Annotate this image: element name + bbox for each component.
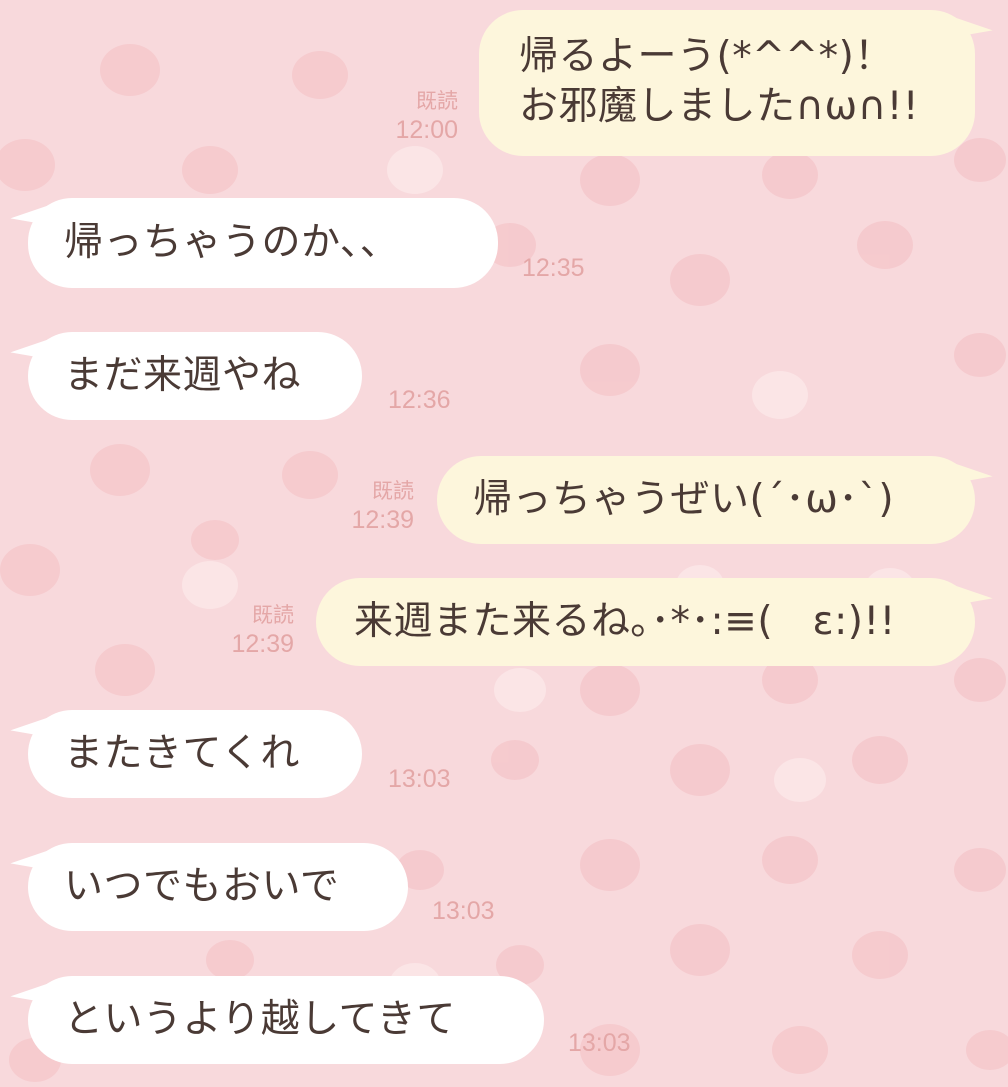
message-line: 帰るよーう(*^^*)！ [519,34,894,79]
message-text: 帰るよーう(*^^*)！ お邪魔しました∩ω∩!! [479,10,975,132]
timestamp: 12:39 [231,630,294,658]
read-receipt: 既読 [416,90,458,113]
timestamp: 12:36 [388,386,451,414]
message-text: いつでもおいで [64,864,340,909]
message-bubble-incoming[interactable]: いつでもおいで [10,841,408,931]
message-bubble-incoming[interactable]: というより越してきて [10,974,544,1064]
timestamp: 13:03 [388,765,451,793]
message-text: 来週また来るね｡･*･:≡( ε:)!! [354,599,896,644]
message-line: お邪魔しました∩ω∩!! [519,84,920,129]
timestamp: 12:00 [395,116,458,144]
message-bubble-outgoing[interactable]: 帰っちゃうぜい(´･ω･`) [437,454,993,544]
read-receipt: 既読 [252,604,294,627]
message-text: というより越してきて [64,997,456,1042]
message-bubble-outgoing[interactable]: 来週また来るね｡･*･:≡( ε:)!! [316,576,993,666]
message-text: まだ来週やね [64,353,302,398]
message-text: 帰っちゃうのか、、 [64,220,400,265]
timestamp: 12:39 [351,506,414,534]
message-text: またきてくれ [64,731,300,776]
message-5-meta: 既読 12:39 [206,602,294,658]
message-bubble-incoming[interactable]: またきてくれ [10,708,362,798]
read-receipt: 既読 [372,480,414,503]
message-bubble-outgoing[interactable]: 帰るよーう(*^^*)！ お邪魔しました∩ω∩!! [479,8,993,156]
timestamp: 13:03 [568,1029,631,1057]
timestamp: 13:03 [432,897,495,925]
message-text: 帰っちゃうぜい(´･ω･`) [473,477,895,522]
message-4-meta: 既読 12:39 [326,478,414,534]
message-1-meta: 既読 12:00 [370,88,458,144]
timestamp: 12:35 [522,254,585,282]
message-bubble-incoming[interactable]: 帰っちゃうのか、、 [10,196,498,288]
message-bubble-incoming[interactable]: まだ来週やね [10,330,362,420]
